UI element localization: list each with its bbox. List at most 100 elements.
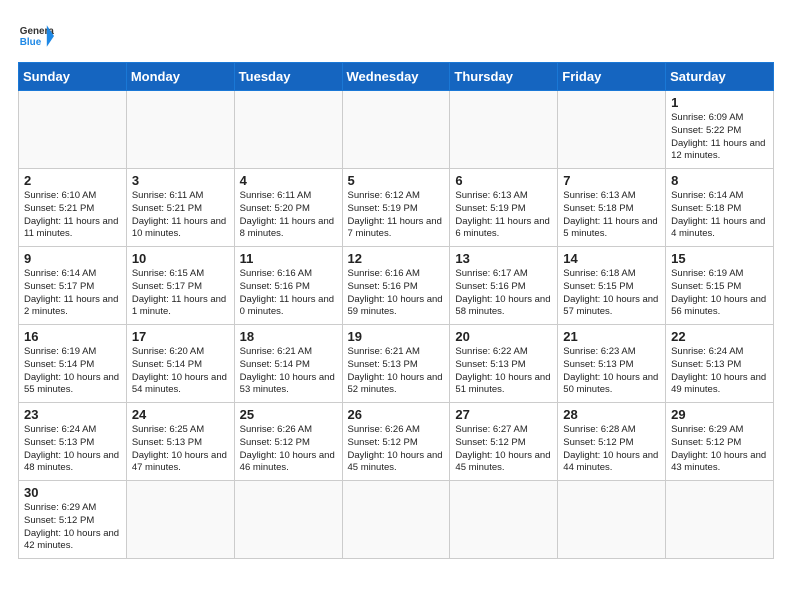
- day-number: 24: [132, 407, 229, 422]
- weekday-header-thursday: Thursday: [450, 63, 558, 91]
- calendar-week-row: 16 Sunrise: 6:19 AM Sunset: 5:14 PM Dayli…: [19, 325, 774, 403]
- day-info: Sunrise: 6:11 AM Sunset: 5:20 PM Dayligh…: [240, 190, 337, 241]
- calendar-cell: 24 Sunrise: 6:25 AM Sunset: 5:13 PM Dayli…: [126, 403, 234, 481]
- calendar-cell: 8 Sunrise: 6:14 AM Sunset: 5:18 PM Daylig…: [666, 169, 774, 247]
- calendar-cell: 12 Sunrise: 6:16 AM Sunset: 5:16 PM Dayli…: [342, 247, 450, 325]
- calendar-cell: 5 Sunrise: 6:12 AM Sunset: 5:19 PM Daylig…: [342, 169, 450, 247]
- weekday-header-monday: Monday: [126, 63, 234, 91]
- calendar-cell: 21 Sunrise: 6:23 AM Sunset: 5:13 PM Dayli…: [558, 325, 666, 403]
- day-number: 21: [563, 329, 660, 344]
- day-number: 25: [240, 407, 337, 422]
- day-number: 8: [671, 173, 768, 188]
- svg-text:Blue: Blue: [20, 37, 42, 48]
- day-info: Sunrise: 6:21 AM Sunset: 5:14 PM Dayligh…: [240, 346, 337, 397]
- day-number: 27: [455, 407, 552, 422]
- calendar-cell: 9Sunrise: 6:14 AM Sunset: 5:17 PM Daylig…: [19, 247, 127, 325]
- calendar-cell: 30Sunrise: 6:29 AM Sunset: 5:12 PM Dayli…: [19, 481, 127, 559]
- calendar-cell: 29 Sunrise: 6:29 AM Sunset: 5:12 PM Dayli…: [666, 403, 774, 481]
- day-info: Sunrise: 6:26 AM Sunset: 5:12 PM Dayligh…: [240, 424, 337, 475]
- day-info: Sunrise: 6:17 AM Sunset: 5:16 PM Dayligh…: [455, 268, 552, 319]
- calendar-cell: [19, 91, 127, 169]
- calendar-cell: 1Sunrise: 6:09 AM Sunset: 5:22 PM Daylig…: [666, 91, 774, 169]
- day-info: Sunrise: 6:21 AM Sunset: 5:13 PM Dayligh…: [348, 346, 445, 397]
- calendar-week-row: 1Sunrise: 6:09 AM Sunset: 5:22 PM Daylig…: [19, 91, 774, 169]
- header: General Blue: [18, 18, 774, 54]
- weekday-header-saturday: Saturday: [666, 63, 774, 91]
- day-number: 16: [24, 329, 121, 344]
- calendar-cell: 27 Sunrise: 6:27 AM Sunset: 5:12 PM Dayli…: [450, 403, 558, 481]
- day-info: Sunrise: 6:22 AM Sunset: 5:13 PM Dayligh…: [455, 346, 552, 397]
- calendar-cell: [342, 91, 450, 169]
- weekday-header-row: SundayMondayTuesdayWednesdayThursdayFrid…: [19, 63, 774, 91]
- calendar-cell: 13Sunrise: 6:17 AM Sunset: 5:16 PM Dayli…: [450, 247, 558, 325]
- day-number: 20: [455, 329, 552, 344]
- page: General Blue SundayMondayTuesdayWednesda…: [0, 0, 792, 569]
- calendar-week-row: 2 Sunrise: 6:10 AM Sunset: 5:21 PM Daylig…: [19, 169, 774, 247]
- calendar-cell: 20 Sunrise: 6:22 AM Sunset: 5:13 PM Dayli…: [450, 325, 558, 403]
- logo: General Blue: [18, 18, 54, 54]
- day-number: 28: [563, 407, 660, 422]
- day-number: 2: [24, 173, 121, 188]
- day-number: 15: [671, 251, 768, 266]
- day-info: Sunrise: 6:19 AM Sunset: 5:14 PM Dayligh…: [24, 346, 121, 397]
- day-number: 6: [455, 173, 552, 188]
- calendar-header: SundayMondayTuesdayWednesdayThursdayFrid…: [19, 63, 774, 91]
- day-info: Sunrise: 6:13 AM Sunset: 5:19 PM Dayligh…: [455, 190, 552, 241]
- day-number: 12: [348, 251, 445, 266]
- calendar-cell: 22 Sunrise: 6:24 AM Sunset: 5:13 PM Dayli…: [666, 325, 774, 403]
- weekday-header-tuesday: Tuesday: [234, 63, 342, 91]
- calendar-cell: 7 Sunrise: 6:13 AM Sunset: 5:18 PM Daylig…: [558, 169, 666, 247]
- day-number: 4: [240, 173, 337, 188]
- day-number: 19: [348, 329, 445, 344]
- day-number: 7: [563, 173, 660, 188]
- day-number: 17: [132, 329, 229, 344]
- day-info: Sunrise: 6:20 AM Sunset: 5:14 PM Dayligh…: [132, 346, 229, 397]
- calendar-cell: [234, 481, 342, 559]
- day-info: Sunrise: 6:13 AM Sunset: 5:18 PM Dayligh…: [563, 190, 660, 241]
- calendar-cell: [558, 481, 666, 559]
- calendar-week-row: 23 Sunrise: 6:24 AM Sunset: 5:13 PM Dayli…: [19, 403, 774, 481]
- calendar-cell: 14 Sunrise: 6:18 AM Sunset: 5:15 PM Dayli…: [558, 247, 666, 325]
- day-info: Sunrise: 6:16 AM Sunset: 5:16 PM Dayligh…: [240, 268, 337, 319]
- calendar-cell: 16 Sunrise: 6:19 AM Sunset: 5:14 PM Dayli…: [19, 325, 127, 403]
- calendar-cell: 6 Sunrise: 6:13 AM Sunset: 5:19 PM Daylig…: [450, 169, 558, 247]
- day-info: Sunrise: 6:10 AM Sunset: 5:21 PM Dayligh…: [24, 190, 121, 241]
- day-info: Sunrise: 6:09 AM Sunset: 5:22 PM Dayligh…: [671, 112, 768, 163]
- day-info: Sunrise: 6:14 AM Sunset: 5:18 PM Dayligh…: [671, 190, 768, 241]
- calendar-cell: [666, 481, 774, 559]
- day-info: Sunrise: 6:12 AM Sunset: 5:19 PM Dayligh…: [348, 190, 445, 241]
- calendar-week-row: 9Sunrise: 6:14 AM Sunset: 5:17 PM Daylig…: [19, 247, 774, 325]
- day-info: Sunrise: 6:25 AM Sunset: 5:13 PM Dayligh…: [132, 424, 229, 475]
- calendar-cell: [450, 481, 558, 559]
- calendar-cell: 11Sunrise: 6:16 AM Sunset: 5:16 PM Dayli…: [234, 247, 342, 325]
- calendar-cell: 23 Sunrise: 6:24 AM Sunset: 5:13 PM Dayli…: [19, 403, 127, 481]
- calendar-cell: [126, 91, 234, 169]
- day-info: Sunrise: 6:24 AM Sunset: 5:13 PM Dayligh…: [24, 424, 121, 475]
- calendar-cell: [126, 481, 234, 559]
- calendar-cell: 15 Sunrise: 6:19 AM Sunset: 5:15 PM Dayli…: [666, 247, 774, 325]
- calendar-cell: [450, 91, 558, 169]
- calendar-body: 1Sunrise: 6:09 AM Sunset: 5:22 PM Daylig…: [19, 91, 774, 559]
- day-number: 10: [132, 251, 229, 266]
- calendar-cell: 25 Sunrise: 6:26 AM Sunset: 5:12 PM Dayli…: [234, 403, 342, 481]
- day-info: Sunrise: 6:27 AM Sunset: 5:12 PM Dayligh…: [455, 424, 552, 475]
- day-info: Sunrise: 6:16 AM Sunset: 5:16 PM Dayligh…: [348, 268, 445, 319]
- generalblue-logo-icon: General Blue: [18, 18, 54, 54]
- day-number: 14: [563, 251, 660, 266]
- day-number: 29: [671, 407, 768, 422]
- calendar-week-row: 30Sunrise: 6:29 AM Sunset: 5:12 PM Dayli…: [19, 481, 774, 559]
- calendar-cell: 10Sunrise: 6:15 AM Sunset: 5:17 PM Dayli…: [126, 247, 234, 325]
- day-info: Sunrise: 6:23 AM Sunset: 5:13 PM Dayligh…: [563, 346, 660, 397]
- calendar-cell: [234, 91, 342, 169]
- day-info: Sunrise: 6:19 AM Sunset: 5:15 PM Dayligh…: [671, 268, 768, 319]
- day-info: Sunrise: 6:18 AM Sunset: 5:15 PM Dayligh…: [563, 268, 660, 319]
- day-number: 3: [132, 173, 229, 188]
- day-info: Sunrise: 6:14 AM Sunset: 5:17 PM Dayligh…: [24, 268, 121, 319]
- day-info: Sunrise: 6:29 AM Sunset: 5:12 PM Dayligh…: [671, 424, 768, 475]
- day-number: 22: [671, 329, 768, 344]
- day-info: Sunrise: 6:24 AM Sunset: 5:13 PM Dayligh…: [671, 346, 768, 397]
- calendar-cell: [558, 91, 666, 169]
- calendar-cell: 3Sunrise: 6:11 AM Sunset: 5:21 PM Daylig…: [126, 169, 234, 247]
- day-number: 5: [348, 173, 445, 188]
- day-number: 23: [24, 407, 121, 422]
